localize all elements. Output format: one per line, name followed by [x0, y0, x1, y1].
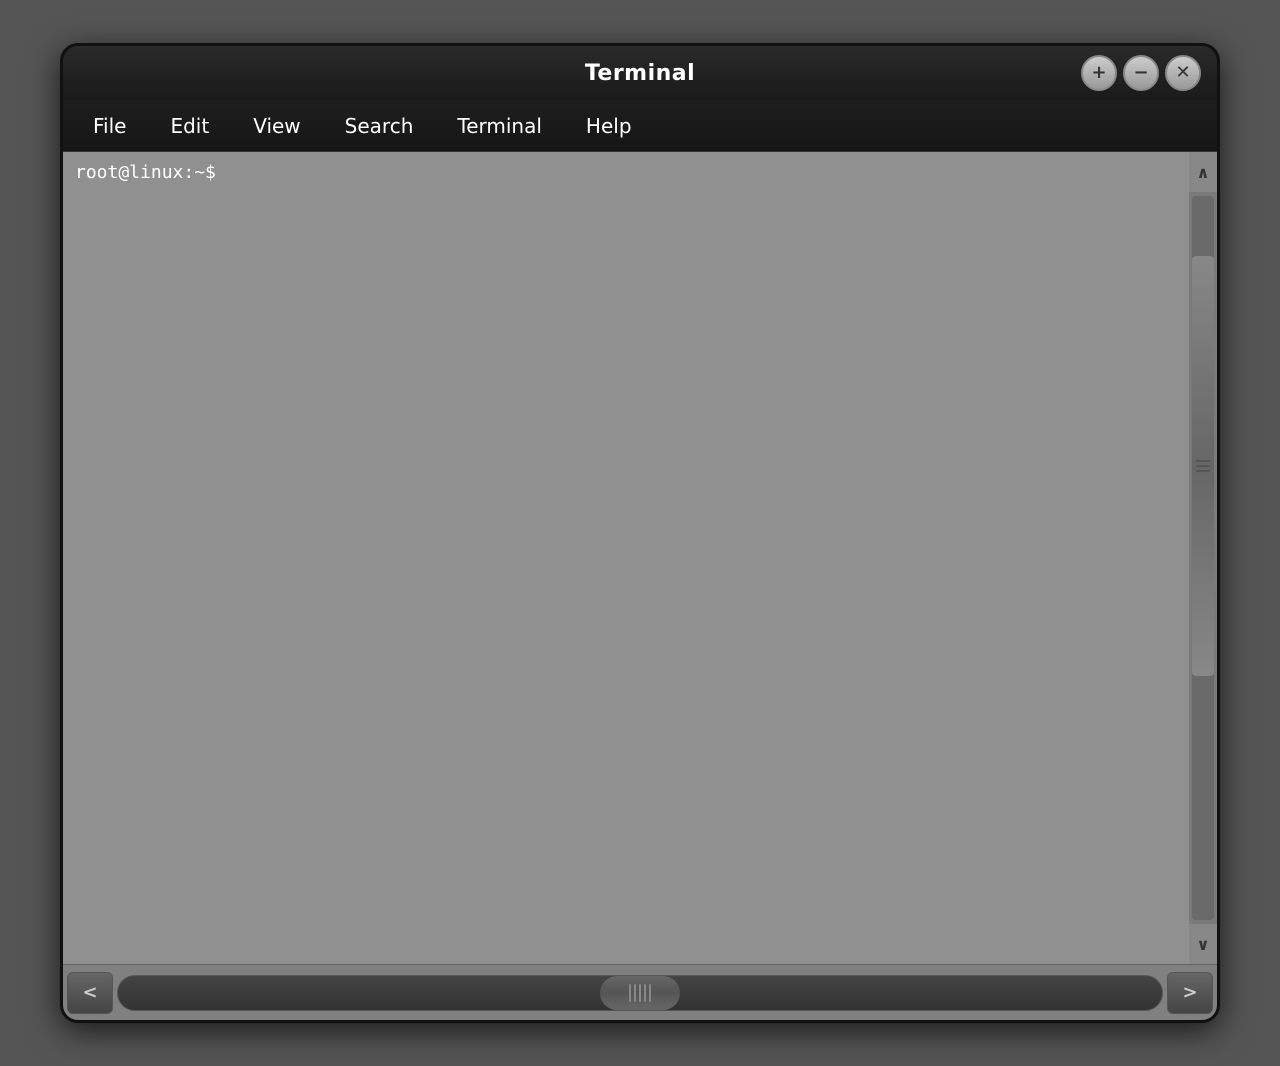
menu-edit[interactable]: Edit: [148, 106, 231, 146]
scroll-down-icon: ∨: [1197, 935, 1210, 954]
add-tab-button[interactable]: +: [1081, 55, 1117, 91]
menu-file[interactable]: File: [71, 106, 148, 146]
scroll-right-button[interactable]: >: [1167, 972, 1213, 1014]
prompt-line: root@linux:~$: [75, 162, 1177, 183]
menu-view[interactable]: View: [231, 106, 322, 146]
scroll-grip-2: [1196, 465, 1210, 467]
scroll-up-icon: ∧: [1197, 163, 1210, 182]
h-grip-5: [649, 984, 651, 1002]
scroll-thumb-vertical[interactable]: [1192, 256, 1214, 676]
scroll-right-icon: >: [1182, 982, 1197, 1003]
menu-terminal[interactable]: Terminal: [435, 106, 564, 146]
h-grip-4: [644, 984, 646, 1002]
scroll-up-button[interactable]: ∧: [1189, 152, 1217, 192]
terminal-prompt: root@linux:~$: [75, 162, 216, 183]
terminal-window: Terminal + − ✕ File Edit View Search Ter…: [60, 43, 1220, 1023]
scroll-left-icon: <: [82, 982, 97, 1003]
close-button[interactable]: ✕: [1165, 55, 1201, 91]
title-bar: Terminal + − ✕: [63, 46, 1217, 100]
scroll-left-button[interactable]: <: [67, 972, 113, 1014]
horizontal-scrollbar: < >: [63, 964, 1217, 1020]
scroll-grip-1: [1196, 460, 1210, 462]
content-area: root@linux:~$ ∧ ∨: [63, 152, 1217, 964]
minimize-button[interactable]: −: [1123, 55, 1159, 91]
scroll-grip-3: [1196, 470, 1210, 472]
scroll-down-button[interactable]: ∨: [1189, 924, 1217, 964]
menu-bar: File Edit View Search Terminal Help: [63, 100, 1217, 152]
vertical-scrollbar: ∧ ∨: [1189, 152, 1217, 964]
h-grip-3: [639, 984, 641, 1002]
terminal-area[interactable]: root@linux:~$: [63, 152, 1189, 964]
menu-search[interactable]: Search: [323, 106, 436, 146]
h-grip-1: [629, 984, 631, 1002]
window-title: Terminal: [585, 61, 695, 86]
menu-help[interactable]: Help: [564, 106, 654, 146]
scroll-track-vertical[interactable]: [1192, 196, 1214, 920]
scroll-thumb-horizontal[interactable]: [600, 976, 680, 1010]
h-grip-2: [634, 984, 636, 1002]
scroll-track-horizontal[interactable]: [117, 975, 1163, 1011]
window-controls: + − ✕: [1081, 55, 1201, 91]
terminal-output[interactable]: root@linux:~$: [63, 152, 1189, 964]
